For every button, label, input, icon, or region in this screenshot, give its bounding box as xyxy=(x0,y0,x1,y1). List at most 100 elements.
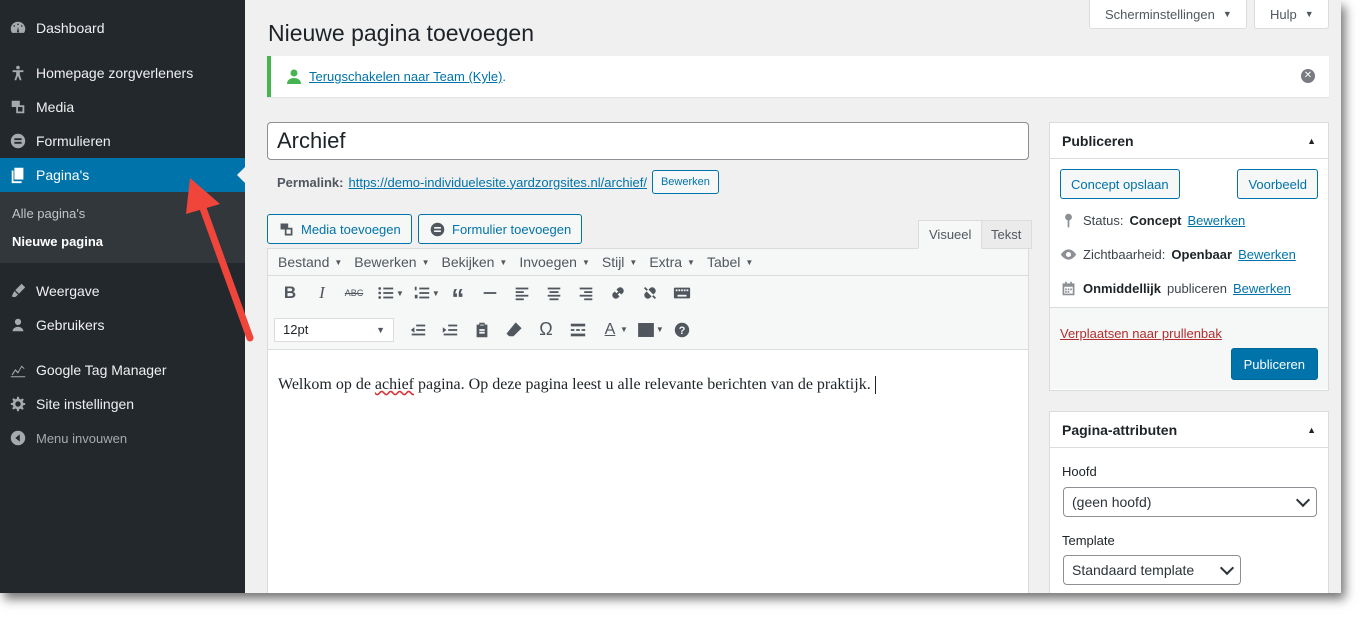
special-character-icon[interactable]: Ω xyxy=(530,316,562,344)
caret-down-icon[interactable]: ▼ xyxy=(656,325,664,334)
page-attributes-panel: Pagina-attributen ▲ Hoofd (geen hoofd) T… xyxy=(1049,411,1329,593)
read-more-icon[interactable] xyxy=(562,316,594,344)
edit-status-link[interactable]: Bewerken xyxy=(1187,213,1245,228)
post-title-input[interactable] xyxy=(267,122,1029,160)
sidebar-item-pages[interactable]: Pagina's xyxy=(0,158,245,192)
pages-submenu: Alle pagina's Nieuwe pagina xyxy=(0,192,245,263)
indent-icon[interactable] xyxy=(434,316,466,344)
clear-formatting-icon[interactable] xyxy=(498,316,530,344)
sidebar-item-homepage[interactable]: Homepage zorgverleners xyxy=(0,56,245,90)
admin-sidebar: Dashboard Homepage zorgverleners Media F… xyxy=(0,0,245,593)
menu-view[interactable]: Bekijken ▼ xyxy=(435,254,513,270)
permalink-label: Permalink: xyxy=(277,174,344,190)
caret-down-icon[interactable]: ▼ xyxy=(396,289,404,298)
caret-down-icon: ▼ xyxy=(745,257,754,267)
caret-down-icon[interactable]: ▼ xyxy=(432,289,440,298)
switch-back-link[interactable]: Terugschakelen naar Team (Kyle) xyxy=(309,69,502,84)
edit-schedule-link[interactable]: Bewerken xyxy=(1233,281,1291,296)
paste-text-icon[interactable] xyxy=(466,316,498,344)
template-select[interactable]: Standaard template xyxy=(1063,555,1241,585)
chevron-down-icon xyxy=(1219,560,1235,575)
misspelled-word: achief xyxy=(374,376,414,393)
move-to-trash-link[interactable]: Verplaatsen naar prullenbak xyxy=(1060,326,1222,341)
forms-icon xyxy=(430,222,445,236)
bold-icon[interactable]: B xyxy=(274,279,306,307)
visibility-row: Zichtbaarheid: Openbaar Bewerken xyxy=(1060,246,1296,263)
add-form-button[interactable]: Formulier toevoegen xyxy=(418,214,583,244)
publish-button[interactable]: Publiceren xyxy=(1230,348,1318,380)
dismiss-notice-icon[interactable]: ✕ xyxy=(1301,69,1315,83)
tab-text[interactable]: Tekst xyxy=(981,220,1033,249)
sidebar-item-users[interactable]: Gebruikers xyxy=(0,308,245,342)
menu-label: Stijl xyxy=(601,254,625,270)
align-left-icon[interactable] xyxy=(506,279,538,307)
sidebar-item-site-settings[interactable]: Site instellingen xyxy=(0,387,245,421)
outdent-icon[interactable] xyxy=(402,316,434,344)
chevron-down-icon xyxy=(1295,492,1311,507)
publish-panel-header[interactable]: Publiceren ▲ xyxy=(1050,123,1328,159)
editor-toolbar-primary: B I ABC ▼ ▼ “ xyxy=(268,276,1028,313)
preview-button[interactable]: Voorbeeld xyxy=(1237,169,1318,199)
horizontal-line-icon[interactable] xyxy=(474,279,506,307)
submenu-all-pages[interactable]: Alle pagina's xyxy=(12,206,85,221)
sidebar-item-label: Gebruikers xyxy=(36,317,105,333)
tab-visual[interactable]: Visueel xyxy=(918,220,983,249)
caret-down-icon: ▼ xyxy=(629,257,638,267)
add-media-button[interactable]: Media toevoegen xyxy=(267,214,412,244)
caret-down-icon: ▼ xyxy=(376,324,385,335)
media-icon xyxy=(0,98,36,116)
menu-style[interactable]: Stijl ▼ xyxy=(596,254,643,270)
page-title: Nieuwe pagina toevoegen xyxy=(268,20,534,46)
align-right-icon[interactable] xyxy=(570,279,602,307)
menu-insert[interactable]: Invoegen ▼ xyxy=(513,254,596,270)
link-icon[interactable] xyxy=(602,279,634,307)
sidebar-item-media[interactable]: Media xyxy=(0,90,245,124)
sidebar-item-google-tag-manager[interactable]: Google Tag Manager xyxy=(0,353,245,387)
collapse-panel-icon[interactable]: ▲ xyxy=(1307,136,1316,146)
menu-label: Tabel xyxy=(706,254,741,270)
sidebar-item-dashboard[interactable]: Dashboard xyxy=(0,11,245,45)
help-button[interactable]: Hulp ▼ xyxy=(1254,0,1329,29)
calendar-icon xyxy=(1062,281,1075,296)
blockquote-icon[interactable]: “ xyxy=(442,279,474,313)
status-label: Status: xyxy=(1083,213,1124,228)
sidebar-item-forms[interactable]: Formulieren xyxy=(0,124,245,158)
gear-icon xyxy=(0,395,36,413)
permalink-trail: / xyxy=(643,174,647,190)
menu-file[interactable]: Bestand ▼ xyxy=(272,254,348,270)
pin-icon xyxy=(0,64,36,82)
schedule-row: Onmiddellijk publiceren Bewerken xyxy=(1060,280,1291,297)
collapse-menu-button[interactable]: Menu invouwen xyxy=(0,421,245,455)
pages-icon xyxy=(0,166,36,184)
strikethrough-icon[interactable]: ABC xyxy=(338,279,370,307)
user-icon xyxy=(287,69,301,84)
menu-edit[interactable]: Bewerken ▼ xyxy=(348,254,435,270)
parent-select[interactable]: (geen hoofd) xyxy=(1063,487,1317,517)
align-center-icon[interactable] xyxy=(538,279,570,307)
collapse-panel-icon[interactable]: ▲ xyxy=(1307,425,1316,435)
eye-icon xyxy=(1060,249,1077,260)
save-draft-button[interactable]: Concept opslaan xyxy=(1060,169,1180,199)
sidebar-item-label: Media xyxy=(36,99,75,115)
keyboard-toggle-icon[interactable] xyxy=(666,279,698,307)
sidebar-item-appearance[interactable]: Weergave xyxy=(0,274,245,308)
screen-options-button[interactable]: Scherminstellingen ▼ xyxy=(1089,0,1247,29)
svg-text:?: ? xyxy=(679,325,686,337)
content-text: pagina. Op deze pagina leest u alle rele… xyxy=(414,376,871,393)
unlink-icon[interactable] xyxy=(634,279,666,307)
sidebar-item-label: Formulieren xyxy=(36,133,111,149)
help-icon[interactable]: ? xyxy=(666,316,698,344)
submenu-new-page[interactable]: Nieuwe pagina xyxy=(12,234,103,249)
brush-icon xyxy=(0,282,36,300)
permalink-link[interactable]: https://demo-individuelesite.yardzorgsit… xyxy=(348,175,646,190)
menu-tools[interactable]: Extra ▼ xyxy=(643,254,701,270)
page-attributes-header[interactable]: Pagina-attributen ▲ xyxy=(1050,412,1328,448)
italic-icon[interactable]: I xyxy=(306,279,338,307)
edit-visibility-link[interactable]: Bewerken xyxy=(1238,247,1296,262)
menu-table[interactable]: Tabel ▼ xyxy=(701,254,759,270)
chart-icon xyxy=(0,361,36,379)
caret-down-icon[interactable]: ▼ xyxy=(620,325,628,334)
edit-permalink-button[interactable]: Bewerken xyxy=(651,170,719,194)
editor-content[interactable]: Welkom op de achief pagina. Op deze pagi… xyxy=(268,350,1028,420)
font-size-select[interactable]: 12pt ▼ xyxy=(274,317,394,342)
